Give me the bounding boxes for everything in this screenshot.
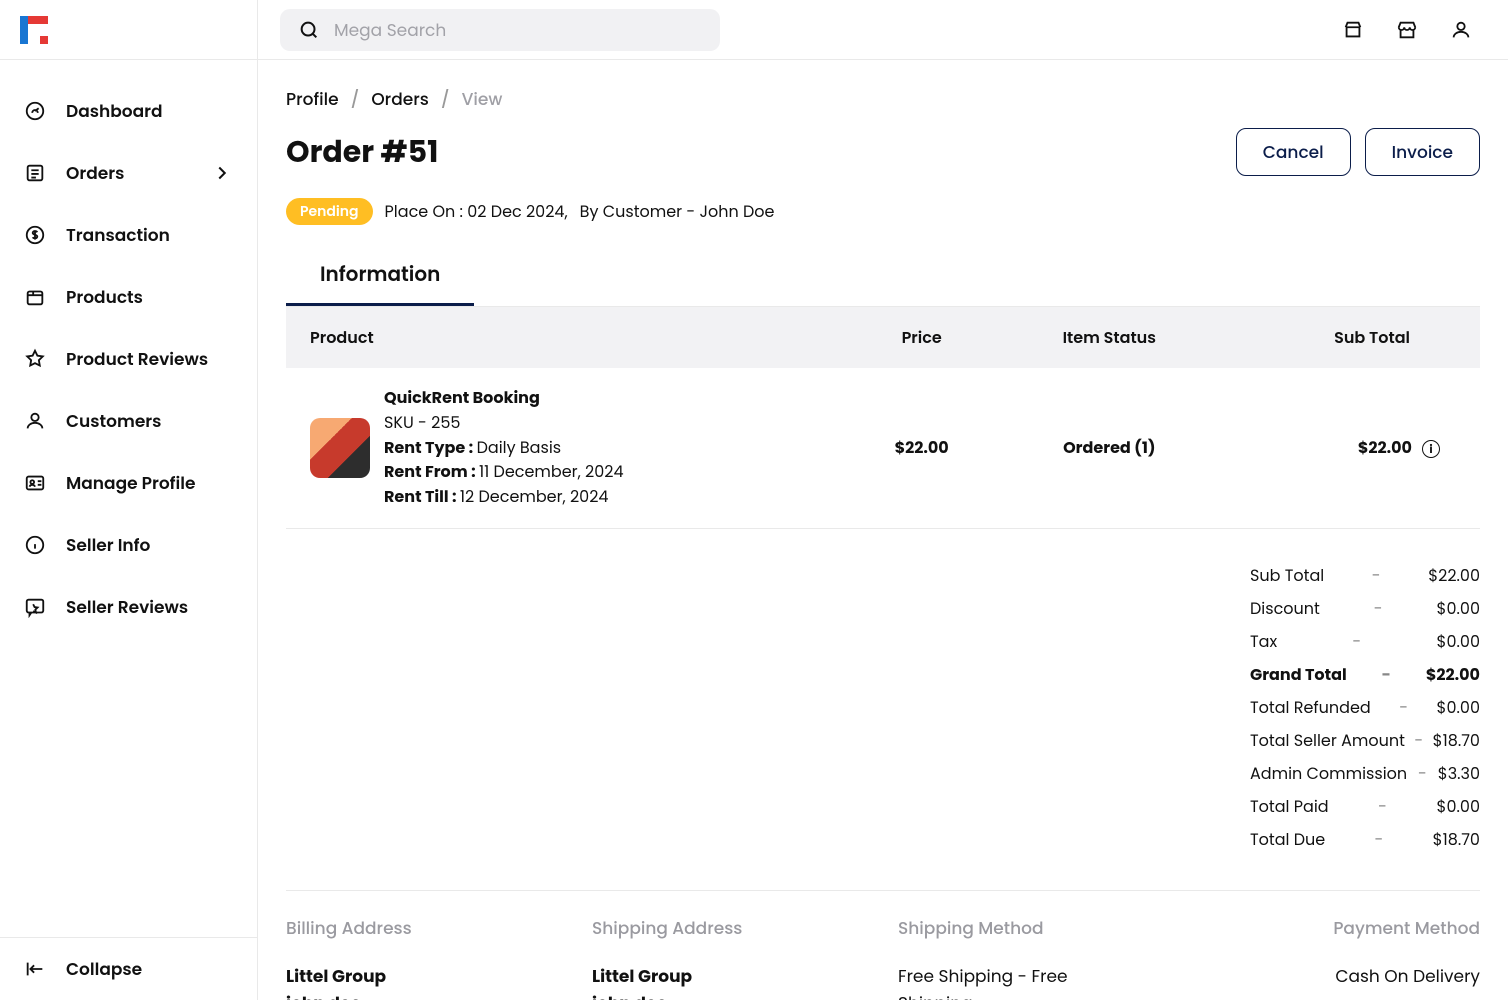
- dollar-icon: [24, 224, 46, 246]
- collapse-icon: [24, 958, 46, 980]
- collapse-label: Collapse: [66, 956, 142, 982]
- sidebar-nav: Dashboard Orders Transaction Products Pr…: [0, 60, 257, 937]
- sidebar-item-transaction[interactable]: Transaction: [0, 204, 257, 266]
- sidebar-item-customers[interactable]: Customers: [0, 390, 257, 452]
- info-icon[interactable]: i: [1422, 440, 1440, 458]
- th-product: Product: [286, 307, 843, 368]
- mega-search[interactable]: [280, 9, 720, 51]
- collapse-sidebar-button[interactable]: Collapse: [0, 937, 257, 1000]
- row-subtotal: $22.00i: [1218, 368, 1480, 528]
- person-icon: [24, 410, 46, 432]
- sidebar-item-label: Transaction: [66, 222, 170, 248]
- sidebar-item-label: Dashboard: [66, 98, 163, 124]
- sidebar-item-label: Product Reviews: [66, 346, 208, 372]
- gauge-icon: [24, 100, 46, 122]
- sidebar-item-label: Customers: [66, 408, 161, 434]
- star-icon: [24, 348, 46, 370]
- status-badge: Pending: [286, 198, 373, 225]
- breadcrumb-orders[interactable]: Orders: [371, 86, 428, 112]
- app-logo[interactable]: [16, 12, 52, 48]
- sidebar-item-products[interactable]: Products: [0, 266, 257, 328]
- th-status: Item Status: [1000, 307, 1218, 368]
- breadcrumb: Profile / Orders / View: [286, 86, 1480, 112]
- th-subtotal: Sub Total: [1218, 307, 1480, 368]
- store-icon[interactable]: [1342, 19, 1364, 41]
- sidebar-item-label: Manage Profile: [66, 470, 196, 496]
- order-items-table: Product Price Item Status Sub Total Quic…: [286, 307, 1480, 529]
- placed-on: Place On : 02 Dec 2024,: [385, 199, 568, 224]
- chevron-right-icon: [211, 162, 233, 184]
- breadcrumb-profile[interactable]: Profile: [286, 86, 339, 112]
- breadcrumb-current: View: [462, 86, 503, 112]
- review-icon: [24, 596, 46, 618]
- search-icon: [298, 19, 320, 41]
- box-icon: [24, 286, 46, 308]
- billing-address: Billing Address Littel Group john deo 36…: [286, 915, 562, 1000]
- th-price: Price: [843, 307, 1000, 368]
- sidebar-item-product-reviews[interactable]: Product Reviews: [0, 328, 257, 390]
- by-customer: By Customer - John Doe: [580, 199, 775, 224]
- sidebar-item-label: Seller Info: [66, 532, 150, 558]
- sidebar-item-dashboard[interactable]: Dashboard: [0, 80, 257, 142]
- id-icon: [24, 472, 46, 494]
- sidebar-item-seller-info[interactable]: Seller Info: [0, 514, 257, 576]
- row-price: $22.00: [843, 368, 1000, 528]
- sidebar-item-label: Orders: [66, 160, 124, 186]
- tab-information[interactable]: Information: [286, 259, 474, 306]
- row-status: Ordered (1): [1000, 368, 1218, 528]
- page-title: Order #51: [286, 129, 438, 175]
- totals: Sub Total-$22.00Discount-$0.00Tax-$0.00G…: [1250, 559, 1480, 856]
- table-row: QuickRent Booking SKU - 255 Rent Type : …: [286, 368, 1480, 528]
- shipping-address: Shipping Address Littel Group john deo 3…: [592, 915, 868, 1000]
- list-icon: [24, 162, 46, 184]
- sidebar-item-manage-profile[interactable]: Manage Profile: [0, 452, 257, 514]
- payment-method: Payment Method Cash On Delivery: [1204, 915, 1480, 1000]
- search-input[interactable]: [334, 17, 702, 43]
- storefront-icon[interactable]: [1396, 19, 1418, 41]
- cancel-button[interactable]: Cancel: [1236, 128, 1351, 176]
- account-icon[interactable]: [1450, 19, 1472, 41]
- invoice-button[interactable]: Invoice: [1365, 128, 1480, 176]
- sidebar-item-seller-reviews[interactable]: Seller Reviews: [0, 576, 257, 638]
- product-name: QuickRent Booking: [384, 386, 540, 409]
- sidebar-item-orders[interactable]: Orders: [0, 142, 257, 204]
- shipping-method: Shipping Method Free Shipping - Free Shi…: [898, 915, 1174, 1000]
- product-thumb: [310, 418, 370, 478]
- sidebar-item-label: Seller Reviews: [66, 594, 188, 620]
- product-sku: SKU - 255: [384, 411, 624, 436]
- sidebar-item-label: Products: [66, 284, 143, 310]
- info-icon: [24, 534, 46, 556]
